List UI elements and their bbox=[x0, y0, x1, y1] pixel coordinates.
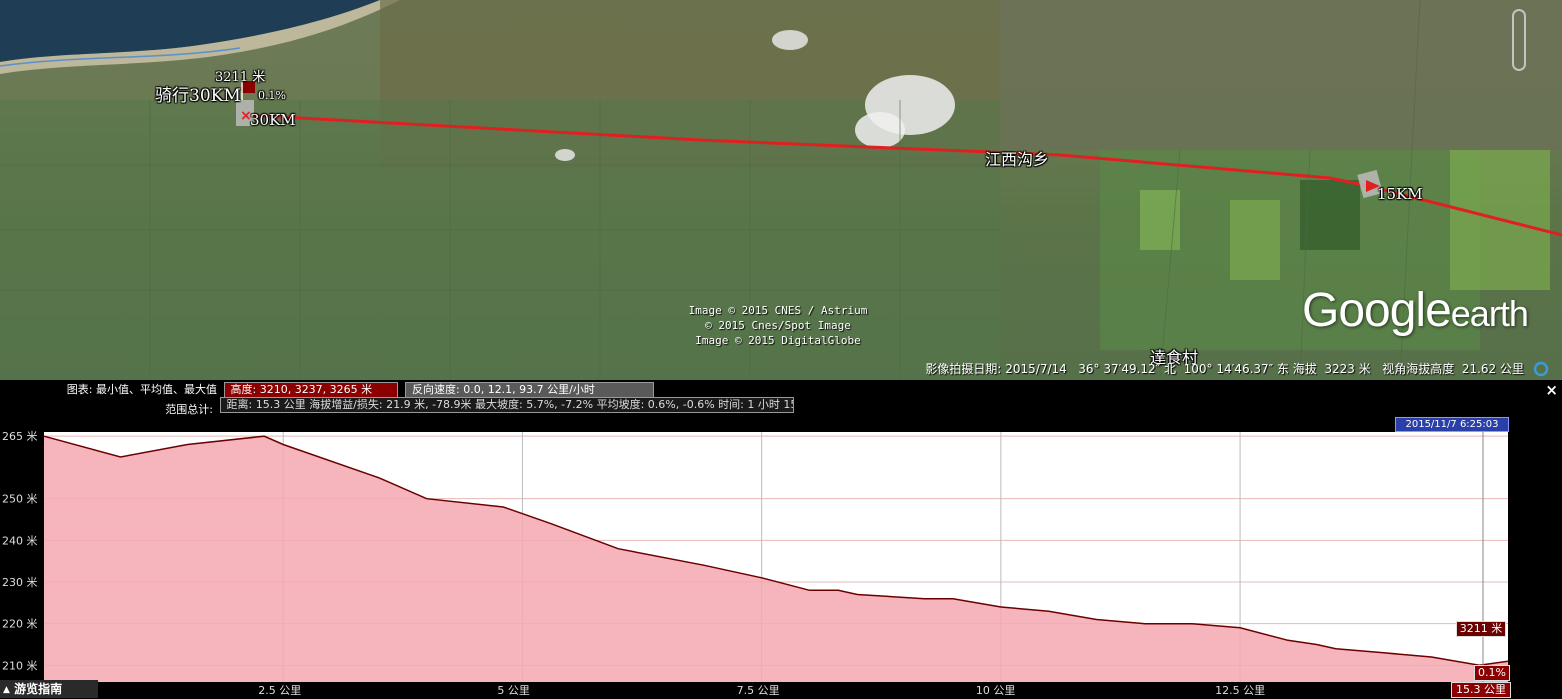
y-tick-label: 220 米 bbox=[2, 618, 38, 631]
status-bar: 影像拍摄日期: 2015/7/14 36° 37′49.12″ 北 100° 1… bbox=[0, 357, 1562, 380]
satellite-map-view[interactable]: × 3211 米 骑行30KM 0.1% 30KM 江西沟乡 15KM 達食村 … bbox=[0, 0, 1562, 380]
logo-earth-text: earth bbox=[1450, 293, 1529, 334]
placemark-town[interactable]: 江西沟乡 bbox=[985, 146, 1049, 170]
y-axis-labels: 210 米 220 米 230 米 240 米 250 米 265 米 bbox=[2, 430, 38, 672]
placemark-15km[interactable]: 15KM bbox=[1377, 185, 1423, 203]
imagery-copyright: Image © 2015 CNES / Astrium © 2015 Cnes/… bbox=[668, 303, 888, 348]
elevation-chart[interactable]: 210 米 220 米 230 米 240 米 250 米 265 米 2.5 公里 5 公… bbox=[0, 380, 1562, 698]
copyright-line: © 2015 Cnes/Spot Image bbox=[705, 319, 851, 332]
placemark-start-grade: 0.1% bbox=[258, 89, 286, 102]
x-tick-label: 5 公里 bbox=[497, 684, 530, 697]
y-tick-label: 230 米 bbox=[2, 576, 38, 589]
logo-google-text: Google bbox=[1302, 284, 1452, 337]
cursor-grade-badge: 0.1% bbox=[1474, 665, 1510, 681]
status-text: 影像拍摄日期: 2015/7/14 36° 37′49.12″ 北 100° 1… bbox=[925, 362, 1524, 376]
placemark-start-name[interactable]: 骑行30KM bbox=[155, 81, 241, 106]
streaming-progress-icon bbox=[1533, 361, 1549, 377]
copyright-line: Image © 2015 CNES / Astrium bbox=[688, 304, 868, 317]
placemark-30km[interactable]: 30KM bbox=[250, 111, 296, 129]
x-tick-label: 2.5 公里 bbox=[258, 684, 301, 697]
elevation-profile-panel: 图表: 最小值、平均值、最大值 高度: 3210, 3237, 3265 米 反… bbox=[0, 380, 1562, 698]
x-tick-label: 10 公里 bbox=[976, 684, 1016, 697]
x-tick-label: 12.5 公里 bbox=[1215, 684, 1265, 697]
x-axis-labels: 2.5 公里 5 公里 7.5 公里 10 公里 12.5 公里 bbox=[258, 684, 1265, 697]
cursor-elevation-badge: 3211 米 bbox=[1456, 621, 1506, 637]
tour-guide-label: 游览指南 bbox=[14, 682, 63, 696]
copyright-line: Image © 2015 DigitalGlobe bbox=[695, 334, 861, 347]
y-tick-label: 250 米 bbox=[2, 493, 38, 506]
x-tick-label: 7.5 公里 bbox=[737, 684, 780, 697]
tour-guide-button[interactable]: ▲ 游览指南 bbox=[0, 680, 98, 698]
timestamp-badge: 2015/11/7 6:25:03 bbox=[1395, 417, 1509, 432]
y-tick-label: 240 米 bbox=[2, 534, 38, 547]
y-tick-label: 210 米 bbox=[2, 659, 38, 672]
cursor-distance-badge: 15.3 公里 bbox=[1451, 682, 1511, 698]
y-tick-label: 265 米 bbox=[2, 430, 38, 443]
caret-up-icon: ▲ bbox=[3, 685, 10, 695]
google-earth-logo: Googleearth bbox=[1302, 283, 1529, 338]
